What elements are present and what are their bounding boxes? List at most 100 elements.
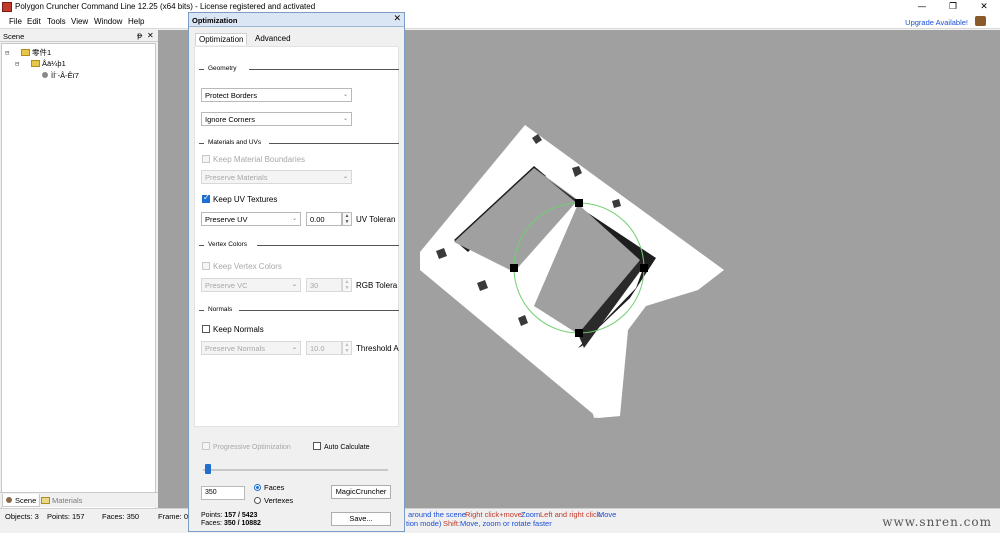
rgb-tolerance-label: RGB Tolera	[356, 281, 398, 290]
checkbox-icon	[202, 325, 210, 333]
status-points: Points: 157	[47, 512, 85, 521]
faces-radio[interactable]: Faces	[254, 483, 284, 492]
status-objects: Objects: 3	[5, 512, 39, 521]
tree-item[interactable]: ÌÍ¨-Â-Êï7	[42, 71, 79, 82]
tab-advanced[interactable]: Advanced	[252, 33, 294, 44]
optimization-dialog: Optimization ✕ Optimization Advanced Geo…	[188, 12, 405, 532]
checkbox-icon	[202, 155, 210, 163]
tree-item-label: ÌÍ¨-Â-Êï7	[51, 71, 79, 80]
corners-select[interactable]: Ignore Corners ⌄	[201, 112, 352, 126]
materials-tab-icon	[41, 497, 50, 504]
window-title: Polygon Cruncher Command Line 12.25 (x64…	[15, 2, 316, 11]
title-bar: Polygon Cruncher Command Line 12.25 (x64…	[0, 0, 1000, 14]
pin-icon[interactable]: ᵽ	[137, 31, 142, 40]
chevron-down-icon: ⌄	[342, 174, 348, 180]
magic-cruncher-button[interactable]: MagicCruncher	[331, 485, 391, 499]
normals-threshold-stepper[interactable]: ▲ ▼	[342, 341, 352, 355]
status-hint-text: Move	[598, 510, 617, 519]
keep-uv-textures-checkbox[interactable]: Keep UV Textures	[202, 193, 277, 204]
dialog-title-bar[interactable]: Optimization ✕	[189, 13, 404, 27]
progressive-optimization-checkbox[interactable]: Progressive Optimization	[202, 442, 291, 451]
watermark: www.snren.com	[882, 515, 992, 529]
keep-material-boundaries-checkbox[interactable]: Keep Material Boundaries	[202, 155, 305, 164]
normals-threshold-input[interactable]: 10.0	[306, 341, 342, 355]
dialog-title: Optimization	[192, 16, 238, 25]
app-icon	[2, 2, 12, 12]
tab-optimization[interactable]: Optimization	[195, 33, 248, 45]
status-hint-text: Move, zoom or rotate faster	[460, 519, 552, 528]
uv-tolerance-label: UV Toleran	[356, 215, 396, 224]
tab-materials[interactable]: Materials	[38, 494, 85, 507]
close-window-button[interactable]: ✕	[974, 1, 994, 13]
normals-threshold-label: Threshold A	[356, 344, 399, 353]
menu-window[interactable]: Window	[94, 17, 122, 26]
checkbox-icon	[202, 442, 210, 450]
chevron-down-icon: ⌄	[291, 282, 297, 288]
radio-icon	[254, 497, 261, 504]
tree-item-label: 零件1	[32, 48, 52, 57]
rgb-tolerance-input[interactable]: 30	[306, 278, 342, 292]
borders-select[interactable]: Protect Borders ⌄	[201, 88, 352, 102]
status-hint-text: Right click+move:	[465, 510, 524, 519]
scene-tab-icon	[6, 497, 12, 503]
folder-icon	[31, 60, 40, 67]
minimize-button[interactable]: —	[912, 1, 932, 13]
keep-vertex-colors-checkbox[interactable]: Keep Vertex Colors	[202, 262, 282, 271]
chevron-down-icon: ⌄	[342, 116, 348, 122]
collapse-icon[interactable]: ⊟	[5, 49, 13, 57]
chevron-down-icon: ⌄	[291, 216, 297, 222]
upgrade-link[interactable]: Upgrade Available!	[905, 18, 968, 27]
restore-button[interactable]: ❐	[943, 1, 963, 13]
chevron-down-icon: ⌄	[342, 92, 348, 98]
checkbox-checked-icon	[202, 193, 210, 203]
tree-item[interactable]: ⊟ 零件1	[5, 47, 51, 58]
folder-icon	[21, 49, 30, 56]
scene-panel-header: Scene ᵽ ✕	[0, 30, 158, 42]
close-icon[interactable]: ✕	[393, 14, 401, 24]
status-hint-text: Zoom	[521, 510, 541, 519]
uv-tolerance-stepper[interactable]: ▲ ▼	[342, 212, 352, 226]
section-geometry-header: Geometry	[199, 65, 399, 74]
checkbox-icon	[202, 262, 210, 270]
status-frame: Frame: 0/	[158, 512, 191, 521]
preserve-uv-select[interactable]: Preserve UV ⌄	[201, 212, 301, 226]
menu-file[interactable]: File	[9, 17, 22, 26]
preserve-materials-select[interactable]: Preserve Materials ⌄	[201, 170, 352, 184]
scene-bottom-tabs: Scene Materials	[0, 492, 158, 507]
scene-panel-title: Scene	[3, 32, 25, 41]
auto-calculate-checkbox[interactable]: Auto Calculate	[313, 442, 370, 451]
menu-bar: File Edit Tools View Window Help Upgrade…	[0, 14, 1000, 29]
save-button[interactable]: Save...	[331, 512, 391, 526]
optimization-slider-thumb[interactable]	[205, 464, 211, 474]
menu-tools[interactable]: Tools	[47, 17, 66, 26]
section-normals-header: Normals	[199, 306, 399, 315]
status-hint-text: tion mode)	[406, 519, 442, 528]
radio-selected-icon	[254, 484, 261, 491]
tab-scene[interactable]: Scene	[2, 494, 41, 507]
preserve-vc-select[interactable]: Preserve VC ⌄	[201, 278, 301, 292]
tree-item-label: Åä¼þ1	[42, 59, 66, 68]
uv-tolerance-input[interactable]: 0.00	[306, 212, 342, 226]
scene-tree: ⊟ 零件1 ⊟ Åä¼þ1 ÌÍ¨-Â-Êï7	[1, 43, 156, 521]
keep-normals-checkbox[interactable]: Keep Normals	[202, 325, 264, 334]
status-hint-text: Shift:	[443, 519, 461, 528]
target-count-input[interactable]: 350	[201, 486, 245, 500]
preserve-normals-select[interactable]: Preserve Normals ⌄	[201, 341, 301, 355]
section-materials-header: Materials and UVs	[199, 139, 399, 148]
menu-help[interactable]: Help	[128, 17, 144, 26]
upgrade-gift-icon[interactable]	[975, 16, 986, 26]
tree-item[interactable]: ⊟ Åä¼þ1	[15, 59, 66, 70]
collapse-icon[interactable]: ⊟	[15, 60, 23, 68]
optimization-slider-track[interactable]	[203, 469, 388, 471]
menu-edit[interactable]: Edit	[27, 17, 41, 26]
vertexes-radio[interactable]: Vertexes	[254, 496, 293, 505]
rgb-tolerance-stepper[interactable]: ▲ ▼	[342, 278, 352, 292]
status-hint-text: Left and right click:	[540, 510, 603, 519]
optimization-panel: Geometry Protect Borders ⌄ Ignore Corners…	[194, 46, 399, 427]
section-vertex-colors-header: Vertex Colors	[199, 241, 399, 250]
faces-summary: Faces: 350 / 10882	[201, 520, 261, 527]
menu-view[interactable]: View	[71, 17, 88, 26]
object-icon	[42, 72, 48, 78]
status-faces: Faces: 350	[102, 512, 140, 521]
close-icon[interactable]: ✕	[147, 31, 154, 40]
